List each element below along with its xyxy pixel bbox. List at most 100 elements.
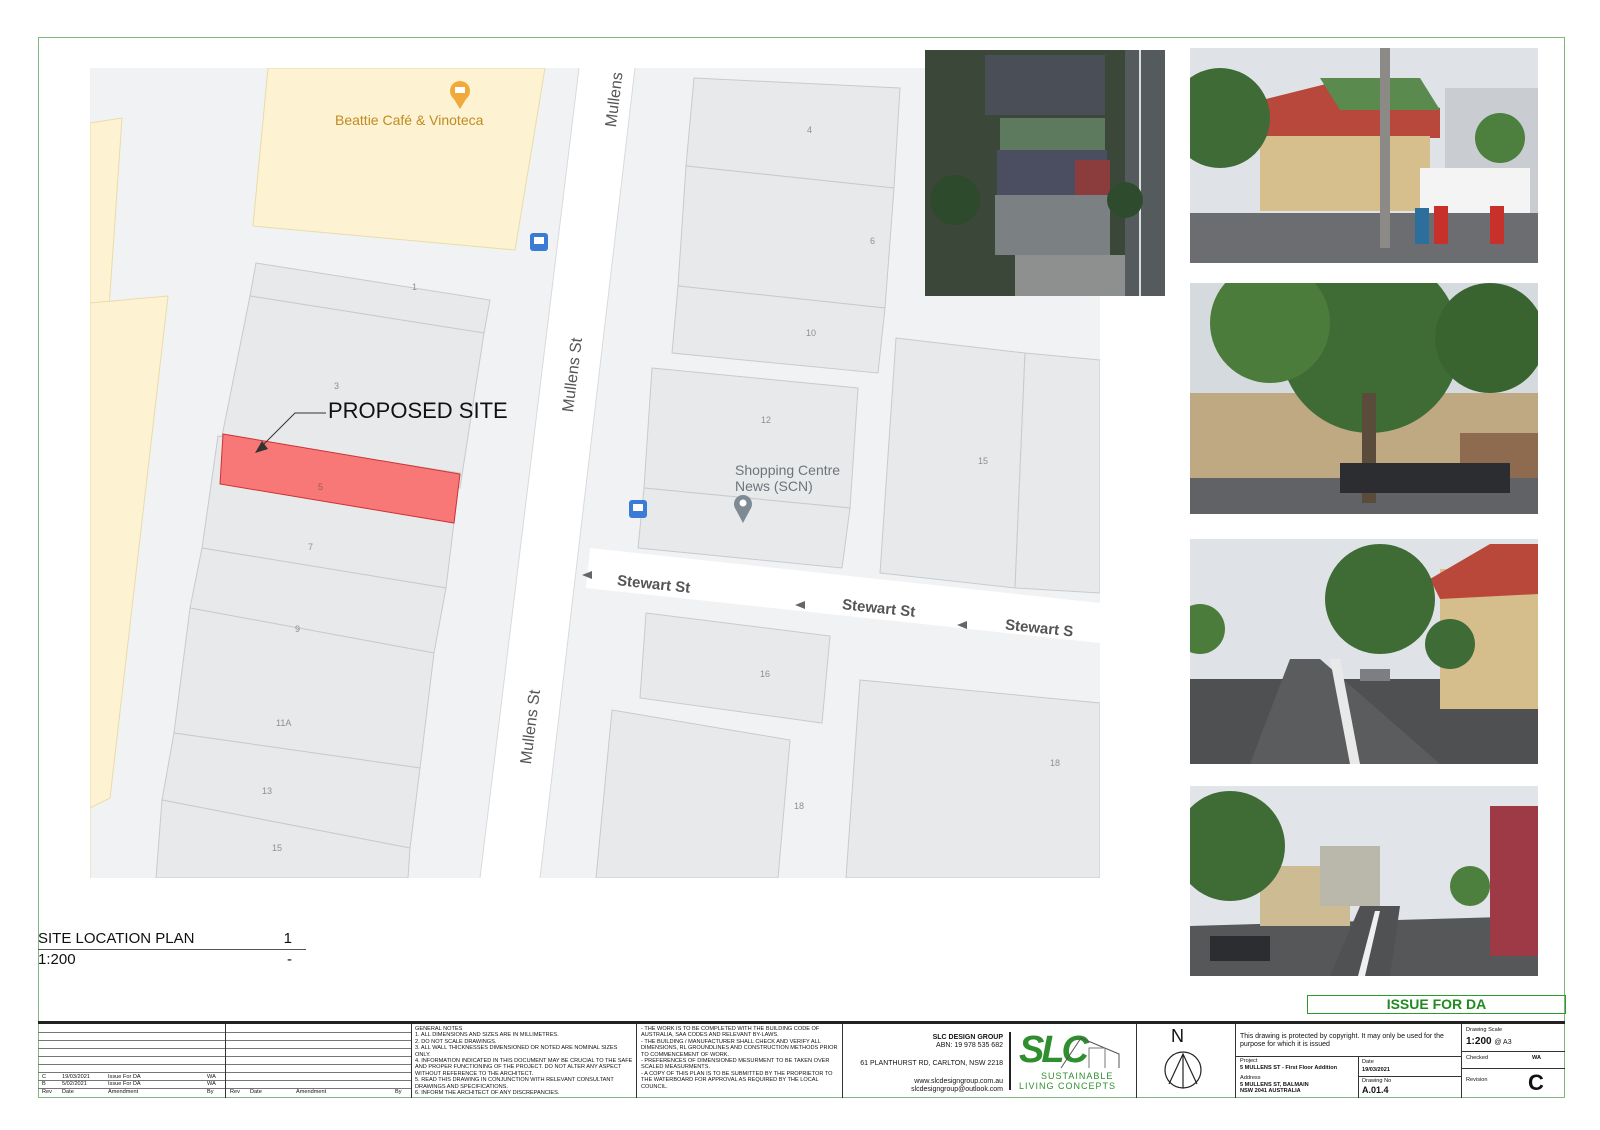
general-notes: GENERAL NOTES 1. ALL DIMENSIONS AND SIZE… bbox=[412, 1024, 637, 1098]
company-name: SLC DESIGN GROUP bbox=[932, 1034, 1003, 1041]
scale-suffix: @ A3 bbox=[1494, 1039, 1512, 1046]
rev-amendment: Issue For DA bbox=[108, 1081, 141, 1087]
date-label: Date bbox=[1362, 1059, 1374, 1065]
drawing-date: 19/03/2021 bbox=[1362, 1067, 1390, 1073]
plan-number: 1 bbox=[283, 930, 292, 947]
lot-number: 9 bbox=[295, 624, 301, 634]
rev-header-rev: Rev bbox=[230, 1089, 240, 1095]
revision-table-2: Rev Date Amendment By bbox=[226, 1024, 412, 1098]
rev-date: 19/03/2021 bbox=[62, 1074, 90, 1080]
note: 5. READ THIS DRAWING IN CONJUNCTION WITH… bbox=[415, 1077, 614, 1090]
company-logo: SLC SUSTAINABLE LIVING CONCEPTS bbox=[1009, 1024, 1137, 1098]
title-block: C 19/03/2021 Issue For DA WA B 5/02/2021… bbox=[38, 1021, 1565, 1098]
note: - THE WORK IS TO BE COMPLETED WITH THE B… bbox=[641, 1026, 820, 1039]
rev-header-by: By bbox=[395, 1089, 402, 1095]
street-photo-4 bbox=[1190, 786, 1538, 976]
project-info: This drawing is protected by copyright. … bbox=[1236, 1024, 1462, 1098]
rev-by: WA bbox=[207, 1081, 216, 1087]
cafe-block bbox=[252, 68, 546, 251]
street-photo-1 bbox=[1190, 48, 1538, 263]
lot-6 bbox=[677, 165, 895, 309]
lot-number: 12 bbox=[761, 415, 772, 425]
poi-cafe-label: Beattie Café & Vinoteca bbox=[335, 112, 484, 128]
rev-date: 5/02/2021 bbox=[62, 1081, 87, 1087]
lot-number: 13 bbox=[262, 786, 273, 796]
logo-line2: LIVING CONCEPTS bbox=[1019, 1081, 1117, 1091]
logo-line1: SUSTAINABLE bbox=[1041, 1071, 1114, 1081]
rev-header-date: Date bbox=[62, 1089, 74, 1095]
rev-header-amendment: Amendment bbox=[296, 1089, 327, 1095]
drawing-no-label: Drawing No bbox=[1362, 1078, 1392, 1084]
drawing-scale: 1:200 @ A3 bbox=[1466, 1036, 1512, 1047]
lot-number: 7 bbox=[308, 542, 314, 552]
lot-number: 18 bbox=[1050, 758, 1061, 768]
rev-id: B bbox=[42, 1081, 46, 1087]
street-photo-2 bbox=[1190, 283, 1538, 514]
checked-label: Checked bbox=[1466, 1055, 1489, 1061]
lot-number: 3 bbox=[334, 381, 340, 391]
note: 4. INFORMATION INDICATED IN THIS DOCUMEN… bbox=[415, 1058, 633, 1077]
lot-number: 6 bbox=[870, 236, 876, 246]
rev-id: C bbox=[42, 1074, 47, 1080]
poi-news-line2: News (SCN) bbox=[735, 478, 813, 494]
lot-16 bbox=[639, 612, 831, 724]
revision-label: Revision bbox=[1466, 1077, 1488, 1083]
plan-title: SITE LOCATION PLAN bbox=[38, 930, 195, 947]
lot-number: 10 bbox=[806, 328, 817, 338]
north-point: N bbox=[1137, 1024, 1236, 1098]
rev-header-by: By bbox=[207, 1089, 214, 1095]
rev-header-amendment: Amendment bbox=[108, 1089, 139, 1095]
rev-header-date: Date bbox=[250, 1089, 262, 1095]
lot-number: 4 bbox=[807, 125, 813, 135]
current-revision: C bbox=[1528, 1070, 1544, 1095]
lot-number: 18 bbox=[794, 801, 805, 811]
scale-label: Drawing Scale bbox=[1466, 1027, 1503, 1033]
rev-amendment: Issue For DA bbox=[108, 1074, 141, 1080]
lot-number: 15 bbox=[978, 456, 989, 466]
address-label: Address bbox=[1240, 1075, 1261, 1081]
site-address-line2: NSW 2041 AUSTRALIA bbox=[1240, 1088, 1301, 1094]
checked-by: WA bbox=[1532, 1055, 1542, 1061]
rev-by: WA bbox=[207, 1074, 216, 1080]
revision-table: C 19/03/2021 Issue For DA WA B 5/02/2021… bbox=[38, 1024, 226, 1098]
company-email: slcdesigngroup@outlook.com bbox=[911, 1086, 1003, 1093]
lot-18-east bbox=[845, 679, 1100, 878]
company-address: 61 PLANTHURST RD, CARLTON, NSW 2218 bbox=[860, 1060, 1003, 1067]
north-label: N bbox=[1171, 1026, 1184, 1046]
note: - PREFERENCES OF DIMENSIONED MESURMENT T… bbox=[641, 1058, 830, 1071]
lot-number: 5 bbox=[318, 482, 324, 492]
lot-15-east bbox=[879, 337, 1026, 589]
scale-value: 1:200 bbox=[1466, 1036, 1492, 1047]
lot-number: 16 bbox=[760, 669, 771, 679]
poi-news-line1: Shopping Centre bbox=[735, 462, 841, 478]
project-label: Project bbox=[1240, 1058, 1258, 1064]
company-details: SLC DESIGN GROUP ABN: 19 978 535 682 61 … bbox=[843, 1024, 1009, 1098]
lot-number: 1 bbox=[412, 282, 418, 292]
aerial-photo bbox=[925, 50, 1165, 296]
note: 3. ALL WALL THICKNESSES DIMENSIONED OR N… bbox=[415, 1045, 618, 1058]
drawing-scale-block: Drawing Scale 1:200 @ A3 Checked WA Revi… bbox=[1462, 1024, 1565, 1098]
plan-scale: 1:200 bbox=[38, 951, 76, 968]
street-photo-3 bbox=[1190, 539, 1538, 764]
lot-east-edge bbox=[1014, 352, 1100, 594]
poi-news-label: Shopping Centre News (SCN) bbox=[735, 462, 840, 494]
lot-number: 15 bbox=[272, 843, 283, 853]
lot-18-west bbox=[595, 709, 791, 878]
note: - THE BUILDING / MANUFACTURER SHALL CHEC… bbox=[641, 1038, 838, 1058]
company-abn: ABN: 19 978 535 682 bbox=[936, 1042, 1003, 1049]
left-yellow-block-2 bbox=[90, 295, 169, 809]
site-location-plan-title: SITE LOCATION PLAN 1 1:200 - bbox=[38, 930, 306, 968]
drawing-number: A.01.4 bbox=[1362, 1085, 1389, 1095]
north-arrow-icon bbox=[1164, 1051, 1202, 1089]
logo-house-icon bbox=[1060, 1037, 1120, 1069]
issue-stamp: ISSUE FOR DA bbox=[1307, 995, 1566, 1014]
note: 6. INFORM THE ARCHITECT OF ANY DISCREPAN… bbox=[415, 1090, 560, 1097]
lot-number: 11A bbox=[276, 718, 292, 728]
project-name: 5 MULLENS ST - First Floor Addition bbox=[1240, 1065, 1338, 1071]
proposed-site-label: PROPOSED SITE bbox=[328, 398, 508, 423]
note: - A COPY OF THIS PLAN IS TO BE SUBMITTED… bbox=[641, 1070, 833, 1090]
construction-notes: - THE WORK IS TO BE COMPLETED WITH THE B… bbox=[637, 1024, 843, 1098]
company-website: www.slcdesigngroup.com.au bbox=[914, 1078, 1003, 1085]
copyright-note: This drawing is protected by copyright. … bbox=[1240, 1033, 1444, 1048]
plan-dash: - bbox=[287, 951, 292, 968]
